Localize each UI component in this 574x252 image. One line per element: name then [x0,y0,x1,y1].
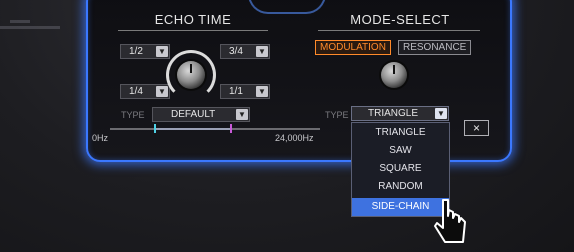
mode-type-value: TRIANGLE [368,108,419,119]
mode-select-rule [318,30,480,31]
chevron-down-icon: ▼ [156,46,168,57]
echo-type-select[interactable]: DEFAULT ▼ [152,107,250,122]
modulation-button[interactable]: MODULATION [315,40,391,55]
dropdown-option-triangle[interactable]: TRIANGLE [352,124,449,142]
knob-indicator [190,64,192,73]
echo-time-knob[interactable] [177,61,205,89]
dropdown-option-square[interactable]: SQUARE [352,160,449,178]
chevron-down-icon: ▼ [435,108,447,119]
echo-time-rule [118,30,268,31]
dropdown-option-random[interactable]: RANDOM [352,178,449,196]
chevron-down-icon: ▼ [256,86,268,97]
mode-type-select[interactable]: TRIANGLE ▼ [351,106,449,121]
chevron-down-icon: ▼ [156,86,168,97]
echo-select-top-left[interactable]: 1/2 ▼ [120,44,170,59]
echo-select-bottom-right[interactable]: 1/1 ▼ [220,84,270,99]
echo-type-label: TYPE [121,110,145,120]
background-streak [10,20,30,23]
frequency-low-marker[interactable] [154,124,156,133]
mode-type-label: TYPE [325,110,349,120]
echo-select-top-right[interactable]: 3/4 ▼ [220,44,270,59]
dropdown-option-saw[interactable]: SAW [352,142,449,160]
echo-select-bottom-right-value: 1/1 [229,86,243,97]
mode-knob[interactable] [381,62,407,88]
echo-select-bottom-left[interactable]: 1/4 ▼ [120,84,170,99]
close-icon: × [472,121,480,135]
background-streak [0,26,60,29]
close-button[interactable]: × [464,120,489,136]
echo-select-top-left-value: 1/2 [129,46,143,57]
echo-select-top-right-value: 3/4 [229,46,243,57]
frequency-min-label: 0Hz [92,133,109,143]
echo-type-value: DEFAULT [171,109,216,120]
frequency-high-marker[interactable] [230,124,232,133]
pointer-cursor-icon [434,199,466,243]
resonance-button[interactable]: RESONANCE [398,40,472,55]
chevron-down-icon: ▼ [256,46,268,57]
frequency-max-label: 24,000Hz [275,133,314,143]
knob-indicator [393,65,395,74]
echo-time-title: ECHO TIME [154,12,232,27]
chevron-down-icon: ▼ [236,109,248,120]
frequency-band [155,128,232,130]
mode-select-title: MODE-SELECT [350,12,450,27]
echo-select-bottom-left-value: 1/4 [129,86,143,97]
